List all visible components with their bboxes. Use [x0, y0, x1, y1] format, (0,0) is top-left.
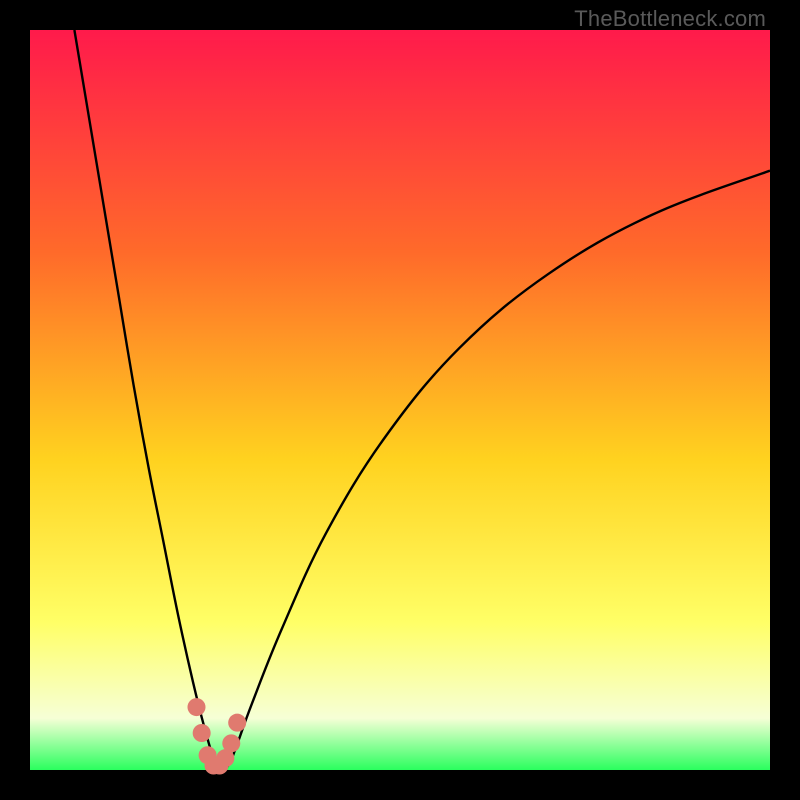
optimal-marker: [222, 734, 240, 752]
watermark-text: TheBottleneck.com: [574, 6, 766, 32]
optimal-marker: [228, 714, 246, 732]
bottleneck-chart: [30, 30, 770, 770]
bottleneck-curve: [74, 30, 770, 770]
optimal-marker: [193, 724, 211, 742]
optimal-marker: [188, 698, 206, 716]
plot-frame: [30, 30, 770, 770]
optimal-markers: [188, 698, 247, 774]
